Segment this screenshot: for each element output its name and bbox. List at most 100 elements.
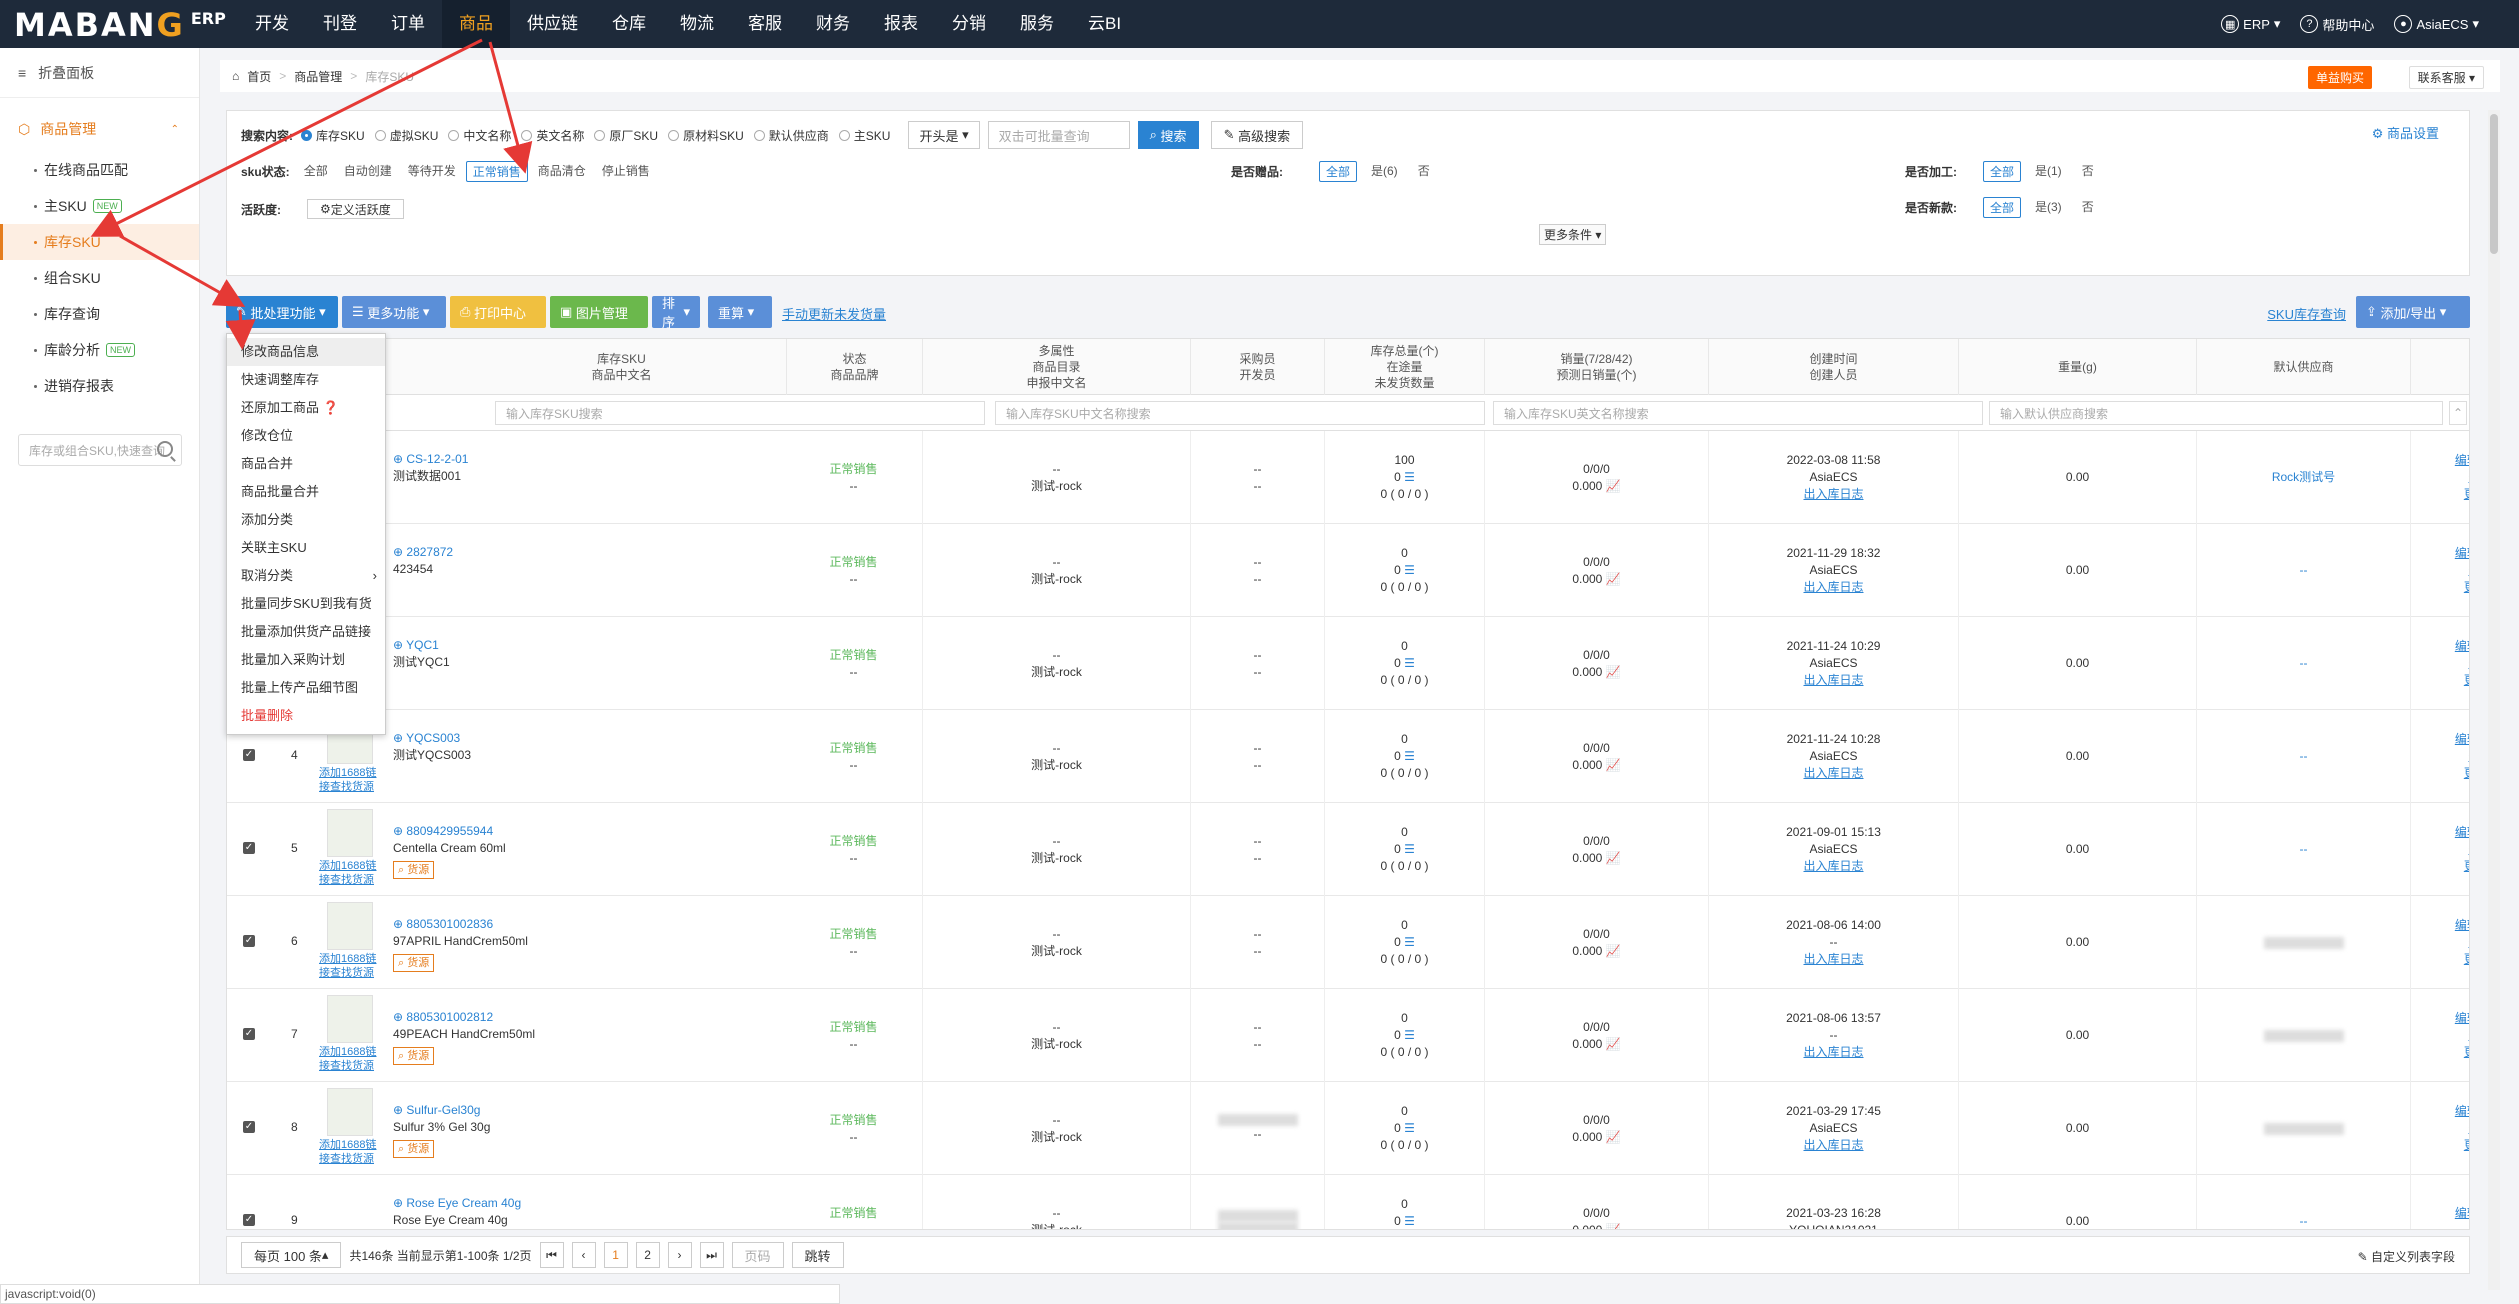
en-name-filter-input[interactable]: 输入库存SKU英文名称搜索: [1493, 401, 1983, 425]
process_tags-0[interactable]: 全部: [1983, 161, 2022, 182]
new_tags-2[interactable]: 否: [2076, 197, 2100, 218]
advanced-search-button[interactable]: ✎ 高级搜索: [1210, 121, 1304, 149]
note-link[interactable]: 备注: [2468, 748, 2469, 765]
search-icon[interactable]: [157, 441, 173, 457]
mabang-logo[interactable]: MABANG ERP: [14, 6, 226, 44]
buy-button[interactable]: 单益购买: [2307, 66, 2372, 89]
contact-service-button[interactable]: 联系客服 ▾: [2408, 66, 2484, 89]
row-checkbox[interactable]: ✓: [243, 842, 255, 854]
print-center-button[interactable]: ⎙ 打印中心: [450, 296, 546, 328]
search-option-0[interactable]: 库存SKU: [301, 127, 365, 144]
list-icon[interactable]: ☰: [1404, 470, 1415, 484]
status_tags-2[interactable]: 等待开发: [402, 161, 462, 182]
gift_tags-0[interactable]: 全部: [1319, 161, 1358, 182]
chart-icon[interactable]: 📈: [1606, 665, 1621, 679]
stock-log-link[interactable]: 出入库日志: [1803, 486, 1863, 503]
status_tags-3[interactable]: 正常销售: [465, 161, 528, 182]
sort-button[interactable]: 排序 ▾: [652, 296, 700, 330]
edit-link[interactable]: 编辑: [2455, 918, 2469, 932]
batch-menu-item-0[interactable]: 修改商品信息: [227, 338, 385, 366]
batch-menu-item-3[interactable]: 修改仓位: [227, 422, 385, 450]
page-size-select[interactable]: 每页 100 条 ▴: [241, 1242, 342, 1268]
product-thumbnail[interactable]: [327, 1088, 373, 1136]
add-1688-link[interactable]: 添加1688链接查找货源: [319, 859, 385, 887]
header-supplier[interactable]: 默认供应商: [2197, 339, 2411, 395]
batch-function-button[interactable]: ✎ 批处理功能 ▾: [226, 296, 338, 328]
note-link[interactable]: 备注: [2468, 562, 2469, 579]
batch-menu-item-7[interactable]: 关联主SKU: [227, 534, 385, 562]
header-sales[interactable]: 销量(7/28/42) 预测日销量(个): [1485, 339, 1709, 395]
search-option-4[interactable]: 原厂SKU: [594, 127, 658, 144]
source-badge[interactable]: ⌕ 货源: [393, 861, 435, 879]
source-badge[interactable]: ⌕ 货源: [393, 954, 435, 972]
search-button[interactable]: ⌕ 搜索: [1137, 121, 1199, 149]
product-thumbnail[interactable]: [327, 902, 373, 950]
nav-item-5[interactable]: 仓库: [595, 0, 663, 48]
list-icon[interactable]: ☰: [1404, 935, 1415, 949]
row-checkbox[interactable]: ✓: [243, 1214, 255, 1226]
new_tags-1[interactable]: 是(3): [2029, 197, 2068, 218]
edit-link[interactable]: 编辑: [2455, 453, 2469, 467]
stock-log-link[interactable]: 出入库日志: [1803, 1044, 1863, 1061]
stock-log-link[interactable]: 出入库日志: [1803, 672, 1863, 689]
sidebar-group-product-management[interactable]: ⬡ 商品管理 ⌃: [0, 106, 199, 152]
edit-link[interactable]: 编辑: [2455, 1206, 2469, 1220]
batch-menu-item-8[interactable]: 取消分类 ›: [227, 562, 385, 590]
search-option-6[interactable]: 默认供应商: [753, 127, 829, 144]
sku-filter-input[interactable]: 输入库存SKU搜索: [495, 401, 985, 425]
more-link[interactable]: 更多 ▾: [2464, 486, 2469, 503]
nav-item-2[interactable]: 订单: [374, 0, 442, 48]
user-menu[interactable]: ● AsiaECS ▾: [2394, 15, 2479, 33]
note-link[interactable]: 备注: [2468, 469, 2469, 486]
note-link[interactable]: 备注: [2468, 655, 2469, 672]
define-activity-button[interactable]: ⚙ 定义活跃度: [307, 199, 404, 219]
edit-link[interactable]: 编辑: [2455, 639, 2469, 653]
process_tags-2[interactable]: 否: [2076, 161, 2100, 182]
edit-link[interactable]: 编辑: [2455, 1011, 2469, 1025]
add-1688-link[interactable]: 添加1688链接查找货源: [319, 1045, 385, 1073]
sku-link[interactable]: 8809429955944: [406, 824, 493, 838]
cn-name-filter-input[interactable]: 输入库存SKU中文名称搜索: [995, 401, 1485, 425]
nav-item-4[interactable]: 供应链: [510, 0, 595, 48]
manual-update-link[interactable]: 手动更新未发货量: [782, 304, 886, 323]
expand-icon[interactable]: ⊕: [393, 1010, 406, 1024]
stock-log-link[interactable]: 出入库日志: [1803, 579, 1863, 596]
header-sku[interactable]: 库存SKU 商品中文名: [457, 339, 787, 395]
sidebar-item-4[interactable]: 库存查询: [0, 296, 199, 332]
expand-icon[interactable]: ⊕: [393, 731, 406, 745]
sidebar-search-input[interactable]: 库存或组合SKU,快速查询: [18, 434, 182, 466]
recalc-button[interactable]: 重算 ▾: [708, 296, 772, 328]
sidebar-item-1[interactable]: 主SKU NEW: [0, 188, 199, 224]
more-link[interactable]: 更多 ▾: [2464, 579, 2469, 596]
chart-icon[interactable]: 📈: [1606, 758, 1621, 772]
chart-icon[interactable]: 📈: [1606, 1130, 1621, 1144]
add-1688-link[interactable]: 添加1688链接查找货源: [319, 952, 385, 980]
product-thumbnail[interactable]: [327, 809, 373, 857]
more-link[interactable]: 更多 ▾: [2464, 672, 2469, 689]
sidebar-item-0[interactable]: 在线商品匹配: [0, 152, 199, 188]
sku-link[interactable]: YQC1: [406, 638, 439, 652]
source-badge[interactable]: ⌕ 货源: [393, 1140, 435, 1158]
add-1688-link[interactable]: 添加1688链接查找货源: [319, 766, 385, 794]
expand-icon[interactable]: ⊕: [393, 1103, 406, 1117]
batch-menu-item-2[interactable]: 还原加工商品 ❓: [227, 394, 385, 422]
chart-icon[interactable]: 📈: [1606, 479, 1621, 493]
list-icon[interactable]: ☰: [1404, 1028, 1415, 1042]
batch-menu-item-4[interactable]: 商品合并: [227, 450, 385, 478]
sku-link[interactable]: 8805301002812: [406, 1010, 493, 1024]
add-1688-link[interactable]: 添加1688链接查找货源: [319, 1138, 385, 1166]
edit-link[interactable]: 编辑: [2455, 546, 2469, 560]
sku-link[interactable]: 2827872: [406, 545, 453, 559]
sidebar-item-3[interactable]: 组合SKU: [0, 260, 199, 296]
header-ops[interactable]: 操作: [2411, 339, 2469, 395]
sku-link[interactable]: YQCS003: [406, 731, 460, 745]
batch-menu-item-1[interactable]: 快速调整库存: [227, 366, 385, 394]
stock-log-link[interactable]: 出入库日志: [1803, 765, 1863, 782]
list-icon[interactable]: ☰: [1404, 842, 1415, 856]
nav-item-7[interactable]: 客服: [731, 0, 799, 48]
status_tags-4[interactable]: 商品清仓: [532, 161, 592, 182]
chart-icon[interactable]: 📈: [1606, 944, 1621, 958]
status_tags-5[interactable]: 停止销售: [596, 161, 656, 182]
expand-icon[interactable]: ⊕: [393, 1196, 406, 1210]
help-center-link[interactable]: ? 帮助中心: [2300, 15, 2374, 34]
